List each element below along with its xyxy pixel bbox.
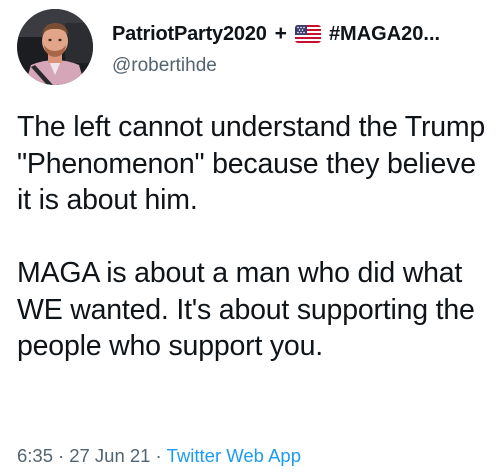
tweet-meta: 6:35 · 27 Jun 21 · Twitter Web App — [17, 445, 301, 467]
tweet-text: The left cannot understand the Trump "Ph… — [17, 109, 487, 365]
avatar[interactable] — [17, 9, 93, 85]
display-name[interactable]: PatriotParty2020 — [112, 23, 267, 46]
display-name-hashtag: #MAGA20... — [328, 22, 441, 45]
author-name-row[interactable]: PatriotParty2020 + #MAGA20... — [112, 19, 492, 49]
us-flag-icon — [294, 25, 321, 43]
meta-separator: · — [58, 445, 65, 466]
tweet-time[interactable]: 6:35 — [17, 445, 53, 466]
tweet-paragraph: MAGA is about a man who did what WE want… — [17, 257, 475, 362]
tweet-paragraph: The left cannot understand the Trump "Ph… — [17, 111, 486, 216]
meta-separator: · — [155, 445, 162, 466]
avatar-image — [17, 9, 93, 85]
author-handle[interactable]: @robertihde — [112, 55, 217, 77]
plus-sign: + — [274, 22, 287, 45]
tweet-date[interactable]: 27 Jun 21 — [69, 445, 150, 466]
tweet-card: PatriotParty2020 + #MAGA20... @robertihd… — [0, 0, 500, 476]
tweet-source-link[interactable]: Twitter Web App — [167, 445, 301, 466]
